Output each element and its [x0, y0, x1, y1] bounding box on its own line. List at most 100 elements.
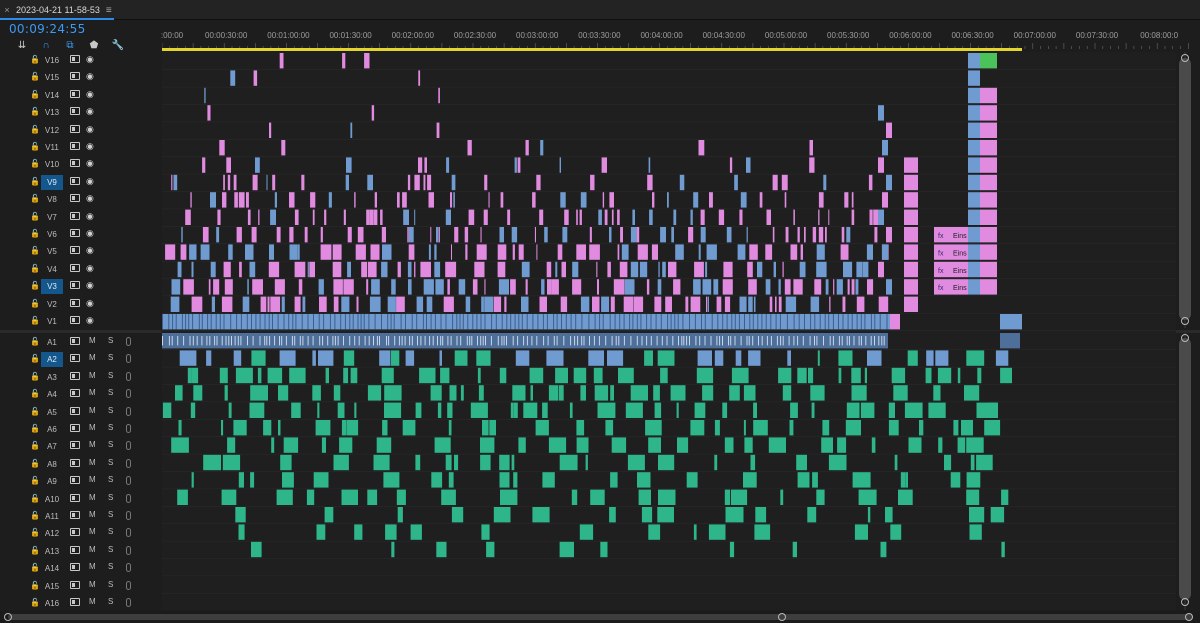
audio-clip[interactable] — [291, 402, 301, 418]
clip-edge[interactable] — [609, 314, 611, 330]
waveform[interactable] — [563, 336, 565, 346]
clip-edge[interactable] — [323, 314, 325, 330]
video-clip[interactable] — [630, 227, 637, 243]
video-clip[interactable] — [428, 192, 435, 208]
video-clip[interactable] — [247, 209, 251, 225]
clip-edge[interactable] — [623, 314, 625, 330]
sequence-tab[interactable]: × 2023-04-21 11-58-53 ≡ — [0, 0, 114, 20]
waveform[interactable] — [716, 336, 718, 346]
video-clip[interactable] — [371, 105, 375, 121]
sync-lock-icon[interactable] — [70, 493, 80, 502]
waveform[interactable] — [776, 336, 778, 346]
audio-clip[interactable] — [233, 350, 242, 366]
audio-clip[interactable] — [657, 507, 674, 523]
video-clip[interactable] — [657, 279, 662, 295]
video-clip[interactable] — [740, 192, 747, 208]
video-clip[interactable] — [270, 209, 276, 225]
waveform[interactable] — [730, 336, 732, 346]
video-clip[interactable] — [364, 53, 370, 69]
lock-icon[interactable]: 🔓 — [30, 459, 40, 468]
audio-clip[interactable] — [925, 367, 932, 384]
microphone-icon[interactable] — [126, 441, 131, 451]
audio-clip[interactable] — [271, 437, 275, 453]
clip-edge[interactable] — [400, 314, 402, 330]
audio-clip[interactable] — [654, 402, 662, 418]
audio-clip[interactable] — [316, 524, 326, 540]
video-clip[interactable] — [408, 279, 412, 295]
audio-clip[interactable] — [263, 420, 272, 436]
audio-clip[interactable] — [693, 524, 697, 540]
clip-edge[interactable] — [374, 314, 376, 330]
lock-icon[interactable]: 🔓 — [30, 494, 40, 503]
video-clip[interactable] — [333, 296, 339, 312]
video-clip[interactable] — [559, 157, 561, 173]
horizontal-zoom-scrollbar[interactable] — [0, 611, 1200, 623]
waveform[interactable] — [746, 336, 748, 346]
waveform[interactable] — [259, 336, 261, 346]
waveform[interactable] — [358, 336, 360, 346]
video-clip[interactable] — [428, 244, 431, 260]
clip-edge[interactable] — [594, 314, 596, 330]
clip-edge[interactable] — [828, 314, 830, 330]
clip-edge[interactable] — [682, 314, 684, 330]
waveform[interactable] — [171, 336, 173, 346]
video-clip[interactable] — [436, 122, 440, 138]
video-clip[interactable] — [617, 244, 620, 260]
video-clip[interactable] — [403, 209, 409, 225]
lock-icon[interactable]: 🔓 — [30, 424, 40, 433]
audio-clip[interactable] — [227, 437, 236, 453]
waveform[interactable] — [615, 336, 617, 346]
eye-icon[interactable]: ◉ — [86, 280, 94, 291]
video-clip[interactable] — [453, 192, 455, 208]
waveform[interactable] — [354, 336, 356, 346]
audio-clip[interactable] — [191, 367, 199, 384]
waveform[interactable] — [332, 336, 334, 346]
video-clip[interactable] — [551, 279, 559, 295]
video-track-header[interactable]: 🔓 V6 ◉ — [0, 226, 162, 243]
clip-edge[interactable] — [295, 314, 297, 330]
waveform[interactable] — [683, 336, 685, 346]
audio-clip[interactable] — [753, 420, 768, 436]
video-clip[interactable] — [706, 296, 708, 312]
clip-edge[interactable] — [717, 314, 719, 330]
clip-edge[interactable] — [819, 314, 821, 330]
video-clip[interactable] — [818, 209, 820, 225]
waveform[interactable] — [437, 336, 438, 346]
sync-lock-icon[interactable] — [70, 229, 80, 237]
clip-edge[interactable] — [334, 314, 336, 330]
waveform[interactable] — [689, 336, 690, 346]
waveform[interactable] — [379, 336, 380, 346]
clip-edge[interactable] — [240, 314, 242, 330]
waveform[interactable] — [722, 336, 723, 346]
microphone-icon[interactable] — [126, 598, 131, 607]
clip-edge[interactable] — [734, 314, 736, 330]
video-clip[interactable] — [702, 279, 712, 295]
audio-clip[interactable] — [810, 385, 825, 401]
video-clip[interactable] — [800, 244, 803, 260]
lock-icon[interactable]: 🔓 — [30, 316, 40, 325]
waveform[interactable] — [466, 336, 468, 346]
audio-clip[interactable] — [341, 489, 359, 505]
audio-clip[interactable] — [908, 437, 922, 453]
waveform[interactable] — [526, 336, 528, 346]
video-clip[interactable] — [511, 227, 518, 243]
video-clip[interactable] — [521, 261, 530, 278]
stacked-clip[interactable] — [968, 122, 980, 138]
audio-clip[interactable] — [648, 524, 661, 540]
clip-edge[interactable] — [546, 314, 548, 330]
audio-clip[interactable] — [702, 385, 714, 401]
stacked-clip[interactable] — [968, 70, 980, 86]
waveform[interactable] — [829, 336, 831, 346]
audio-clip[interactable] — [430, 385, 442, 401]
audio-clip[interactable] — [822, 420, 830, 436]
clip-edge[interactable] — [501, 314, 503, 330]
video-clip[interactable] — [367, 174, 373, 191]
eye-icon[interactable]: ◉ — [86, 228, 94, 239]
clip-edge[interactable] — [452, 314, 454, 330]
waveform[interactable] — [650, 336, 652, 346]
scroll-knob-bottom[interactable] — [1181, 598, 1189, 606]
video-clip[interactable] — [851, 192, 854, 208]
solo-button[interactable]: S — [108, 545, 113, 554]
video-clip[interactable] — [312, 209, 315, 225]
audio-clip[interactable] — [249, 402, 265, 418]
